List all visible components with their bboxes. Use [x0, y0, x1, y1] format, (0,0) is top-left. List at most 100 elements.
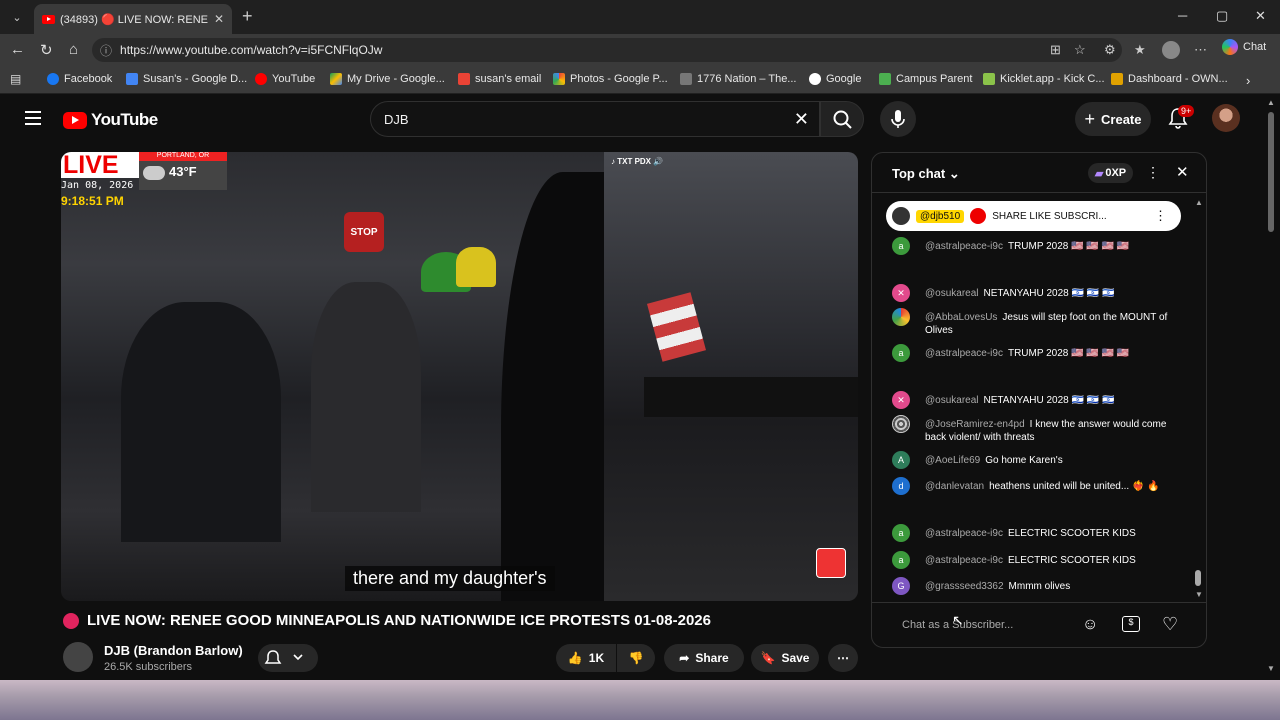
yellow-hat — [456, 247, 496, 287]
plus-icon: + — [1084, 108, 1096, 129]
youtube-logo[interactable]: YouTube — [63, 110, 158, 130]
bookmark-drive[interactable]: My Drive - Google... — [330, 73, 445, 85]
close-tab-icon[interactable]: ✕ — [214, 12, 224, 26]
back-icon[interactable]: ← — [10, 41, 25, 58]
subscribe-watermark-icon[interactable] — [816, 548, 846, 578]
super-chat-icon[interactable]: $ — [1122, 616, 1140, 632]
live-overlay-badge: LIVE — [61, 152, 139, 178]
chat-username[interactable]: @danlevatan — [925, 481, 984, 492]
youtube-favicon-icon — [42, 14, 55, 24]
bookmark-1776-nation[interactable]: 1776 Nation – The... — [680, 73, 796, 85]
chat-username[interactable]: @osukareal — [925, 288, 979, 299]
bookmark-email[interactable]: susan's email — [458, 73, 541, 85]
chat-username[interactable]: @astralpeace-i9c — [925, 528, 1003, 539]
voice-search-button[interactable] — [880, 101, 916, 137]
more-actions-button[interactable]: ⋯ — [828, 644, 858, 672]
page-scroll-down-icon[interactable]: ▼ — [1267, 664, 1275, 673]
stream-time: 9:18:51 PM — [61, 194, 124, 208]
scroll-up-icon[interactable]: ▲ — [1195, 198, 1203, 207]
more-menu-icon[interactable]: ⋯ — [1194, 42, 1207, 58]
chat-username[interactable]: @astralpeace-i9c — [925, 555, 1003, 566]
channel-name[interactable]: DJB (Brandon Barlow) — [104, 643, 243, 658]
bookmark-kicklet[interactable]: Kicklet.app - Kick C... — [983, 73, 1105, 85]
crowd-shape — [121, 302, 281, 542]
bookmark-photos[interactable]: Photos - Google P... — [553, 73, 668, 85]
home-icon[interactable]: ⌂ — [69, 41, 78, 58]
account-avatar[interactable] — [1212, 104, 1240, 132]
chat-username[interactable]: @astralpeace-i9c — [925, 348, 1003, 359]
close-window-icon[interactable]: ✕ — [1255, 8, 1266, 24]
maximize-icon[interactable]: ▢ — [1216, 8, 1228, 24]
channel-avatar[interactable] — [63, 642, 93, 672]
search-input[interactable]: DJB ✕ — [370, 101, 820, 137]
bookmark-dashboard[interactable]: Dashboard - OWN... — [1111, 73, 1228, 85]
video-player[interactable]: STOP LIVE PORTLAND, OR 43°F Jan 08, 2026… — [61, 152, 858, 601]
create-button[interactable]: + Create — [1075, 102, 1151, 136]
bookmark-campus-parent[interactable]: Campus Parent — [879, 73, 972, 85]
profile-avatar-icon[interactable] — [1162, 41, 1180, 59]
chat-username[interactable]: @AoeLife69 — [925, 455, 980, 466]
youtube-play-icon — [63, 111, 87, 129]
new-tab-button[interactable]: + — [242, 6, 253, 27]
guide-menu-icon[interactable] — [25, 111, 41, 125]
search-button[interactable] — [820, 101, 864, 137]
stream-date: Jan 08, 2026 — [61, 180, 134, 191]
site-info-icon[interactable]: ⓘ — [100, 42, 112, 59]
bookmark-google-docs[interactable]: Susan's - Google D... — [126, 73, 247, 85]
bookmark-facebook[interactable]: Facebook — [47, 73, 112, 85]
dislike-button[interactable]: 👎 — [617, 644, 655, 672]
chat-avatar — [892, 415, 910, 433]
american-flag — [647, 292, 706, 362]
chevron-down-icon: ⌄ — [948, 166, 960, 181]
apps-icon[interactable]: ⊞ — [1050, 42, 1061, 58]
chat-scroll-thumb[interactable] — [1195, 570, 1201, 586]
chat-avatar: a — [892, 344, 910, 362]
copilot-icon — [1222, 39, 1238, 55]
favorite-star-icon[interactable]: ☆ — [1074, 42, 1086, 58]
chat-username[interactable]: @AbbaLovesUs — [925, 312, 997, 323]
heart-icon[interactable]: ♡ — [1162, 614, 1178, 635]
tab-list-dropdown[interactable]: ⌄ — [6, 7, 28, 27]
chat-username[interactable]: @astralpeace-i9c — [925, 241, 1003, 252]
favorites-icon[interactable]: ★ — [1134, 42, 1146, 58]
video-right-pane — [604, 152, 858, 601]
active-tab[interactable]: (34893) 🔴 LIVE NOW: RENE ✕ — [34, 4, 232, 34]
notification-preference-button[interactable] — [258, 644, 318, 672]
save-button[interactable]: 🔖 Save — [751, 644, 819, 672]
clear-search-icon[interactable]: ✕ — [794, 109, 809, 130]
page-scroll-thumb[interactable] — [1268, 112, 1274, 232]
share-button[interactable]: ➦ Share — [664, 644, 744, 672]
emoji-icon[interactable]: ☺ — [1082, 616, 1098, 634]
chat-more-icon[interactable]: ⋮ — [1146, 164, 1160, 181]
like-button[interactable]: 👍 1K — [556, 644, 616, 672]
more-bookmarks-icon[interactable]: › — [1246, 73, 1250, 88]
reload-icon[interactable]: ↻ — [40, 41, 53, 59]
microphone-icon — [891, 110, 905, 128]
facebook-icon — [47, 73, 59, 85]
chat-mode-dropdown[interactable]: Top chat ⌄ — [892, 166, 960, 182]
chat-username[interactable]: @grassseed3362 — [925, 581, 1004, 592]
extensions-icon[interactable]: ⚙ — [1104, 42, 1116, 58]
minimize-icon[interactable]: ─ — [1178, 8, 1187, 23]
chat-scrollbar[interactable]: ▲ ▼ — [1195, 198, 1203, 599]
chat-username[interactable]: @JoseRamirez-en4pd — [925, 419, 1025, 430]
points-button[interactable]: ▰ 0XP — [1088, 163, 1133, 183]
video-title-row: LIVE NOW: RENEE GOOD MINNEAPOLIS AND NAT… — [63, 612, 711, 629]
pinned-menu-icon[interactable]: ⋮ — [1154, 208, 1167, 224]
docs-icon — [126, 73, 138, 85]
bookmark-menu-icon[interactable]: ▤ — [10, 72, 21, 86]
bookmark-google[interactable]: Google — [809, 73, 861, 85]
thumbs-down-icon: 👎 — [628, 651, 644, 665]
url-bar[interactable]: ⓘ https://www.youtube.com/watch?v=i5FCNF… — [92, 38, 1122, 62]
scroll-down-icon[interactable]: ▼ — [1195, 590, 1203, 599]
copilot-button[interactable]: Chat — [1222, 39, 1266, 55]
page-scroll-up-icon[interactable]: ▲ — [1267, 98, 1275, 107]
more-icon: ⋯ — [837, 651, 849, 665]
pinned-message[interactable]: @djb510 SHARE LIKE SUBSCRI... ⋮ — [886, 201, 1181, 231]
bookmark-youtube[interactable]: YouTube — [255, 73, 315, 85]
close-chat-icon[interactable]: ✕ — [1176, 163, 1189, 181]
chat-text: NETANYAHU 2028 🇮🇱 🇮🇱 🇮🇱 — [983, 395, 1115, 406]
chat-username[interactable]: @osukareal — [925, 395, 979, 406]
page-scrollbar[interactable]: ▲ ▼ — [1266, 98, 1276, 678]
youtube-icon — [255, 73, 267, 85]
